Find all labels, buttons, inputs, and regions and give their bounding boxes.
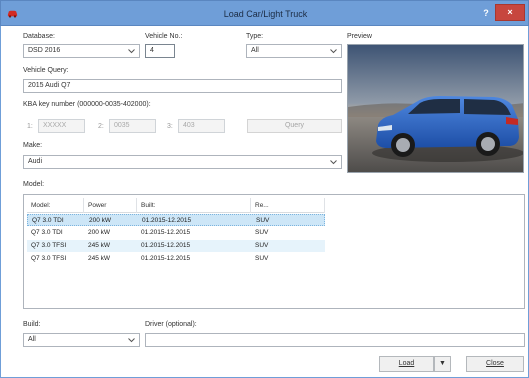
kba-field3-number: 3: [167,123,173,130]
model-label: Model: [23,181,45,188]
chevron-down-icon [128,49,135,54]
driver-label: Driver (optional): [145,321,197,328]
help-button[interactable]: ? [479,6,493,20]
preview-label: Preview [347,33,372,40]
make-select[interactable]: Audi [23,155,342,169]
load-button[interactable]: Load [379,356,434,372]
close-button[interactable]: Close [466,356,524,372]
model-list-header: Model: Power Built: Re... [27,198,325,213]
model-list[interactable]: Model: Power Built: Re... Q7 3.0 TDI 200… [23,194,525,309]
database-select[interactable]: DSD 2016 [23,44,140,58]
vehicle-no-label: Vehicle No.: [145,33,183,40]
row-model: Q7 3.0 TFSI [31,242,67,249]
build-label: Build: [23,321,41,328]
vehicle-query-input[interactable]: 2015 Audi Q7 [23,79,342,93]
row-model: Q7 3.0 TDI [32,217,64,224]
kba-label: KBA key number (000000-0035-402000): [23,101,151,108]
column-header-power[interactable]: Power [84,198,137,213]
row-built: 01.2015-12.2015 [141,255,191,262]
build-select[interactable]: All [23,333,140,347]
row-built: 01.2015-12.2015 [142,217,192,224]
table-row[interactable]: Q7 3.0 TFSI 245 kW 01.2015-12.2015 SUV [27,240,325,252]
database-label: Database: [23,33,55,40]
row-re: SUV [256,217,270,224]
driver-input[interactable] [145,333,525,347]
row-power: 200 kW [89,217,112,224]
type-label: Type: [246,33,264,40]
load-button-label: Load [398,360,415,367]
car-photo [348,45,523,172]
row-power: 200 kW [88,229,111,236]
chevron-down-icon [330,160,337,165]
kba-field1-number: 1: [27,123,33,130]
query-button[interactable]: Query [247,119,342,133]
vehicle-no-input[interactable]: 4 [145,44,175,58]
row-built: 01.2015-12.2015 [141,229,191,236]
row-power: 245 kW [88,242,111,249]
window-title: Load Car/Light Truck [223,9,308,19]
load-dropdown-button[interactable]: ▼ [434,356,451,372]
column-header-model[interactable]: Model: [27,198,84,213]
chevron-down-icon [330,49,337,54]
close-button-label: Close [486,360,504,367]
table-row[interactable]: Q7 3.0 TFSI 245 kW 01.2015-12.2015 SUV [27,253,325,265]
caret-down-icon: ▼ [439,360,446,367]
title-bar: Load Car/Light Truck ? × [0,0,529,26]
type-select[interactable]: All [246,44,342,58]
kba-field2-input[interactable]: 0035 [109,119,156,133]
car-preview-image [347,44,524,173]
kba-field2-number: 2: [98,123,104,130]
vehicle-query-label: Vehicle Query: [23,67,69,74]
row-built: 01.2015-12.2015 [141,242,191,249]
table-row[interactable]: Q7 3.0 TDI 200 kW 01.2015-12.2015 SUV [27,227,325,239]
row-re: SUV [255,242,269,249]
make-value: Audi [28,158,43,165]
make-label: Make: [23,142,43,149]
row-re: SUV [255,255,269,262]
kba-field1-input[interactable]: XXXXX [38,119,85,133]
row-power: 245 kW [88,255,111,262]
close-window-button[interactable]: × [495,4,525,21]
row-re: SUV [255,229,269,236]
build-value: All [28,336,36,343]
row-model: Q7 3.0 TFSI [31,255,67,262]
table-row[interactable]: Q7 3.0 TDI 200 kW 01.2015-12.2015 SUV [27,214,325,226]
column-header-re[interactable]: Re... [251,198,325,213]
row-model: Q7 3.0 TDI [31,229,63,236]
column-header-built[interactable]: Built: [137,198,251,213]
kba-field3-input[interactable]: 403 [178,119,225,133]
chevron-down-icon [128,338,135,343]
database-value: DSD 2016 [28,47,61,54]
type-value: All [251,47,259,54]
